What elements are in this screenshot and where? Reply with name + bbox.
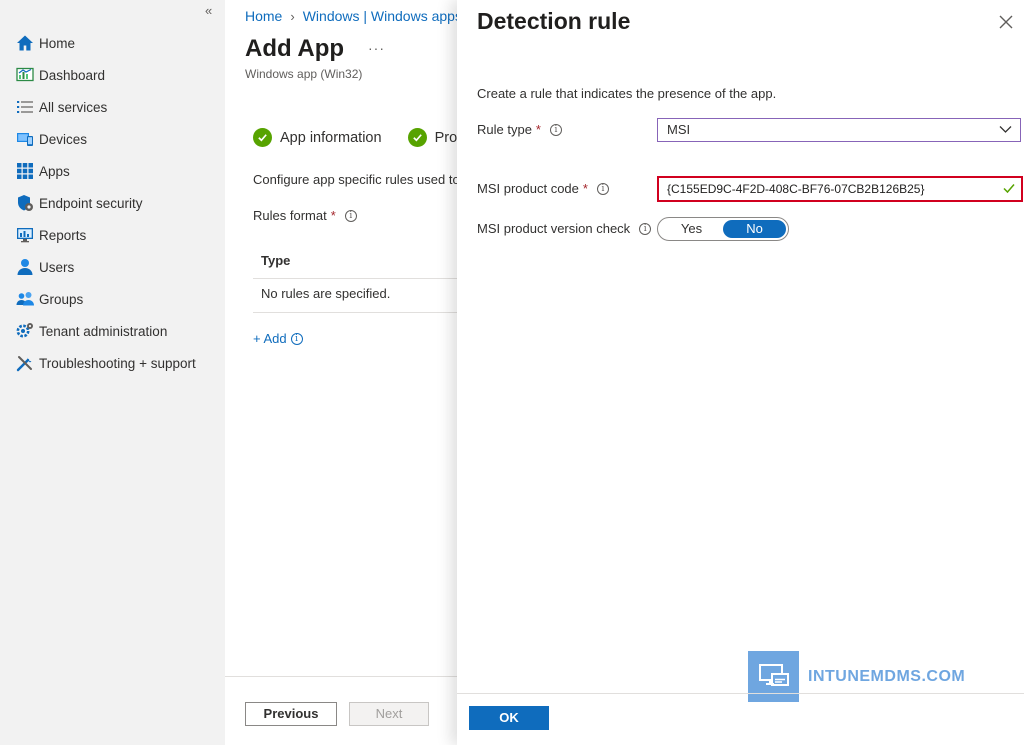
more-options-button[interactable]: ···: [368, 40, 385, 56]
sidebar-item-label: Endpoint security: [39, 195, 143, 211]
wizard-steps: App information Program: [253, 128, 457, 147]
sidebar-item-apps[interactable]: Apps: [0, 155, 225, 187]
chevron-down-icon: [999, 126, 1012, 133]
page-title: Add App: [245, 35, 345, 62]
table-empty-row: No rules are specified.: [253, 279, 457, 313]
info-icon[interactable]: i: [290, 332, 303, 345]
sidebar-item-tenant-administration[interactable]: Tenant administration: [0, 315, 225, 347]
required-marker: *: [582, 181, 588, 196]
wizard-footer: Previous Next: [225, 676, 457, 745]
sidebar-item-dashboard[interactable]: Dashboard: [0, 59, 225, 91]
sidebar-item-endpoint-security[interactable]: Endpoint security: [0, 187, 225, 219]
sidebar-item-label: Groups: [39, 291, 84, 307]
sidebar-item-home[interactable]: Home: [0, 27, 225, 59]
breadcrumb-windows-apps-link[interactable]: Windows | Windows apps: [303, 8, 457, 24]
panel-title: Detection rule: [477, 8, 631, 34]
sidebar-item-label: Users: [39, 259, 75, 275]
rule-type-label: Rule type: [477, 122, 532, 137]
info-icon[interactable]: i: [639, 222, 652, 235]
sidebar-item-label: Apps: [39, 163, 70, 179]
add-rule-link[interactable]: + Add i: [253, 331, 303, 346]
info-icon[interactable]: i: [344, 209, 357, 222]
product-code-value: {C155ED9C-4F2D-408C-BF76-07CB2B126B25}: [667, 182, 925, 196]
sidebar-item-label: All services: [39, 99, 108, 115]
sidebar: « Home Dashboard All services Devices Ap…: [0, 0, 225, 745]
breadcrumb-home-link[interactable]: Home: [245, 8, 282, 24]
sidebar-nav: Home Dashboard All services Devices Apps: [0, 27, 225, 379]
watermark-text: INTUNEMDMS.COM: [808, 667, 966, 685]
detection-rules-description: Configure app specific rules used to det…: [253, 172, 457, 187]
breadcrumb-chevron-icon: ›: [290, 8, 295, 24]
step-complete-check-icon: [253, 128, 272, 147]
dashboard-icon: [15, 66, 34, 85]
breadcrumb: Home › Windows | Windows apps: [245, 8, 457, 24]
tenant-gear-icon: [15, 322, 34, 341]
version-check-toggle[interactable]: Yes No: [657, 217, 789, 241]
rule-type-selected-value: MSI: [667, 122, 691, 137]
rule-type-field-label: Rule type * i: [477, 122, 562, 137]
sidebar-item-label: Home: [39, 35, 76, 51]
required-marker: *: [535, 122, 541, 137]
collapse-sidebar-button[interactable]: «: [205, 3, 212, 18]
rule-type-select[interactable]: MSI: [657, 118, 1021, 142]
step-program[interactable]: Program: [407, 128, 457, 147]
close-icon: [999, 15, 1013, 29]
apps-grid-icon: [15, 162, 34, 181]
sidebar-item-users[interactable]: Users: [0, 251, 225, 283]
version-check-field-label: MSI product version check i: [477, 221, 652, 236]
step-label: App information: [280, 129, 382, 146]
product-code-field-label: MSI product code * i: [477, 181, 609, 196]
toggle-no-option[interactable]: No: [723, 220, 786, 238]
add-app-wizard: Home › Windows | Windows apps Add App ··…: [225, 0, 457, 745]
page-subtitle: Windows app (Win32): [245, 67, 363, 81]
msi-product-code-input[interactable]: {C155ED9C-4F2D-408C-BF76-07CB2B126B25}: [657, 176, 1023, 202]
sidebar-item-label: Reports: [39, 227, 87, 243]
groups-icon: [15, 290, 34, 309]
add-rule-label: + Add: [253, 331, 287, 346]
shield-icon: [15, 194, 34, 213]
sidebar-item-label: Dashboard: [39, 67, 106, 83]
panel-footer: OK: [457, 693, 1024, 745]
required-marker: *: [330, 208, 336, 223]
sidebar-item-label: Tenant administration: [39, 323, 168, 339]
panel-description: Create a rule that indicates the presenc…: [477, 86, 777, 101]
wrench-icon: [15, 354, 34, 373]
version-check-label: MSI product version check: [477, 221, 631, 236]
toggle-yes-option[interactable]: Yes: [660, 220, 723, 238]
sidebar-item-groups[interactable]: Groups: [0, 283, 225, 315]
step-app-information[interactable]: App information: [253, 128, 382, 147]
sidebar-item-label: Troubleshooting + support: [39, 355, 196, 371]
close-panel-button[interactable]: [996, 12, 1016, 32]
detection-rule-panel: Detection rule Create a rule that indica…: [457, 0, 1024, 745]
table-header-type: Type: [253, 244, 457, 279]
sidebar-item-troubleshooting-support[interactable]: Troubleshooting + support: [0, 347, 225, 379]
rules-format-label: Rules format: [253, 208, 327, 223]
rules-table: Type No rules are specified.: [253, 244, 457, 313]
reports-icon: [15, 226, 34, 245]
user-icon: [15, 258, 34, 277]
home-icon: [15, 34, 34, 53]
list-icon: [15, 98, 34, 117]
sidebar-item-reports[interactable]: Reports: [0, 219, 225, 251]
rules-format-field: Rules format * i: [253, 208, 357, 223]
sidebar-item-devices[interactable]: Devices: [0, 123, 225, 155]
step-complete-check-icon: [407, 128, 427, 147]
info-icon[interactable]: i: [549, 123, 562, 136]
valid-check-icon: [1003, 184, 1015, 194]
previous-button[interactable]: Previous: [245, 702, 337, 726]
sidebar-item-all-services[interactable]: All services: [0, 91, 225, 123]
product-code-label: MSI product code: [477, 181, 579, 196]
ok-button[interactable]: OK: [469, 706, 549, 730]
sidebar-item-label: Devices: [39, 131, 88, 147]
step-label: Program: [434, 129, 457, 146]
next-button[interactable]: Next: [349, 702, 429, 726]
info-icon[interactable]: i: [596, 182, 609, 195]
devices-icon: [15, 130, 34, 149]
